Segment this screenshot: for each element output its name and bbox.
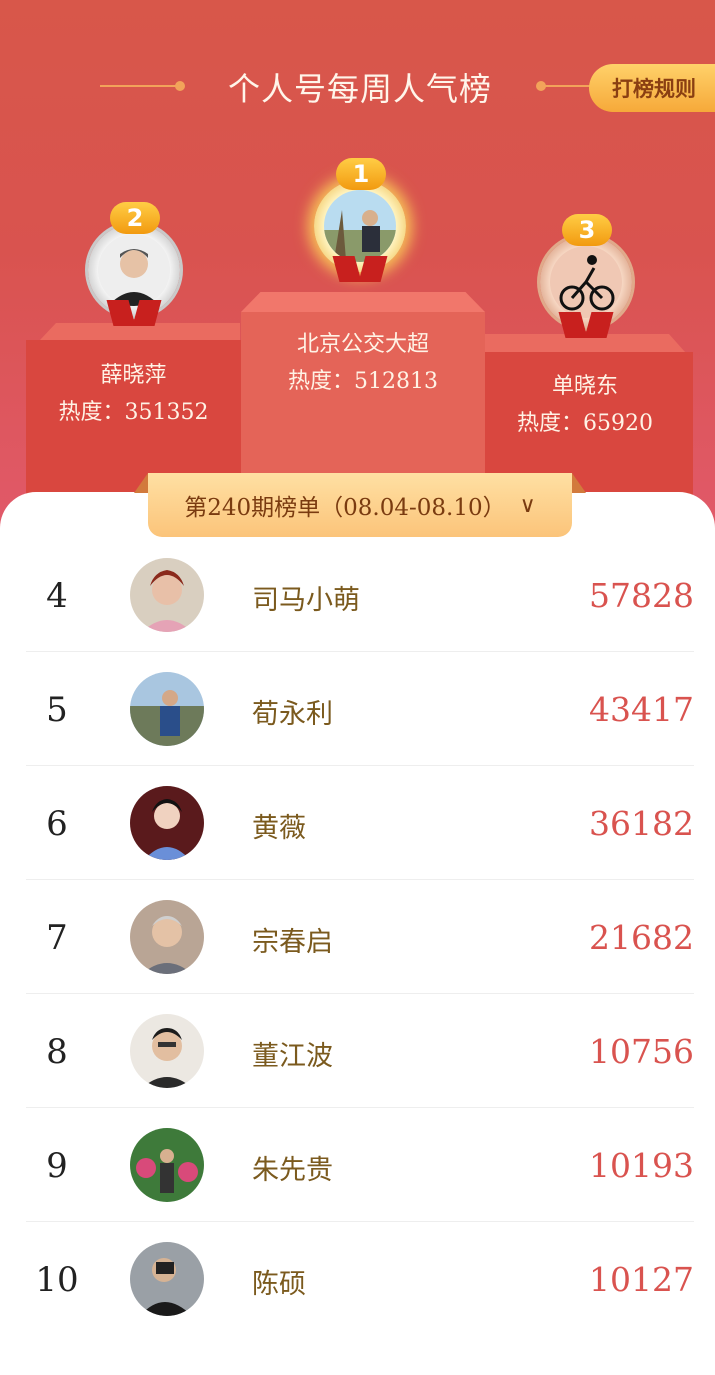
medal-second[interactable]: 2 (84, 202, 184, 326)
rank-badge: 1 (336, 158, 386, 190)
ranking-rules-button[interactable]: 打榜规则 (589, 64, 715, 112)
rank-number: 10 (35, 1260, 79, 1300)
chevron-down-icon: ∨ (519, 492, 536, 518)
rank-number: 7 (46, 918, 68, 958)
avatar (130, 558, 204, 632)
heat-value: 21682 (589, 918, 694, 957)
list-item[interactable]: 10 陈硕 10127 (26, 1222, 694, 1336)
rank-number: 9 (46, 1146, 68, 1186)
list-item[interactable]: 4 司马小萌 57828 (26, 538, 694, 652)
title-decoration-left (100, 85, 180, 87)
ranking-list: 4 司马小萌 57828 5 荀永利 43417 6 黄薇 36182 7 宗春… (26, 538, 694, 1336)
podium-first-name[interactable]: 北京公交大超 (241, 326, 485, 358)
avatar (130, 1242, 204, 1316)
user-name[interactable]: 朱先贵 (252, 1148, 333, 1187)
user-name[interactable]: 荀永利 (252, 692, 333, 731)
podium-second-name[interactable]: 薛晓萍 (26, 357, 241, 389)
heat-value: 43417 (589, 690, 694, 729)
podium-third-heat: 热度：65920 (517, 411, 653, 436)
user-name[interactable]: 陈硕 (252, 1262, 306, 1301)
user-name[interactable]: 黄薇 (252, 806, 306, 845)
rank-number: 6 (46, 804, 68, 844)
rank-number: 5 (46, 690, 68, 730)
heat-value: 10756 (589, 1032, 694, 1071)
title-dot-left (175, 81, 185, 91)
avatar (130, 900, 204, 974)
user-name[interactable]: 宗春启 (252, 920, 333, 959)
list-item[interactable]: 9 朱先贵 10193 (26, 1108, 694, 1222)
list-item[interactable]: 8 董江波 10756 (26, 994, 694, 1108)
medal-first[interactable]: 1 (310, 158, 410, 282)
podium-first-top (241, 292, 485, 312)
podium-second-heat: 热度：351352 (58, 400, 209, 425)
list-item[interactable]: 7 宗春启 21682 (26, 880, 694, 994)
page-title: 个人号每周人气榜 (227, 70, 492, 108)
rank-badge: 3 (562, 214, 612, 246)
heat-value: 10193 (589, 1146, 694, 1185)
avatar (130, 672, 204, 746)
avatar (130, 1128, 204, 1202)
user-name[interactable]: 司马小萌 (252, 578, 360, 617)
avatar (130, 786, 204, 860)
heat-value: 57828 (589, 576, 694, 615)
avatar (130, 1014, 204, 1088)
period-selector[interactable]: 第240期榜单（08.04-08.10） ∨ (148, 473, 572, 537)
user-name[interactable]: 董江波 (252, 1034, 333, 1073)
podium-third-name[interactable]: 单晓东 (485, 368, 685, 400)
period-label: 第240期榜单（08.04-08.10） (184, 495, 506, 521)
avatar (98, 234, 170, 306)
rank-number: 4 (46, 576, 68, 616)
rank-badge: 2 (110, 202, 160, 234)
heat-value: 36182 (589, 804, 694, 843)
avatar (550, 246, 622, 318)
avatar (324, 190, 396, 262)
rank-number: 8 (46, 1032, 68, 1072)
medal-third[interactable]: 3 (536, 214, 636, 338)
podium-first-heat: 热度：512813 (288, 369, 438, 394)
list-item[interactable]: 6 黄薇 36182 (26, 766, 694, 880)
list-item[interactable]: 5 荀永利 43417 (26, 652, 694, 766)
heat-value: 10127 (589, 1260, 694, 1299)
